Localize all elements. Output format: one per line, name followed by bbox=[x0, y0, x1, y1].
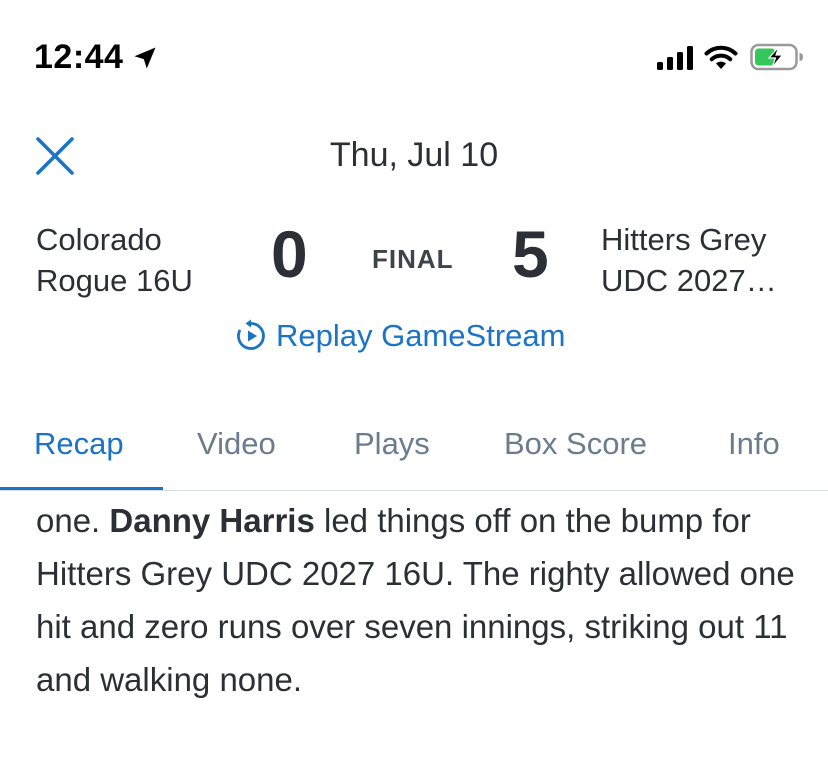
away-team-name[interactable]: Hitters Grey UDC 2027… bbox=[601, 219, 816, 301]
cellular-signal-icon bbox=[657, 46, 693, 70]
game-status: FINAL bbox=[372, 244, 454, 274]
away-team-name-line2: UDC 2027… bbox=[601, 263, 777, 298]
replay-play-icon bbox=[237, 319, 265, 350]
tab-divider bbox=[0, 490, 828, 491]
status-time: 12:44 bbox=[34, 38, 124, 76]
tab-plays[interactable]: Plays bbox=[354, 426, 430, 462]
player-name-link: Danny Harris bbox=[109, 502, 315, 539]
replay-gamestream-button[interactable]: Replay GameStream bbox=[234, 316, 565, 356]
replay-label: Replay GameStream bbox=[276, 318, 566, 353]
home-team-name[interactable]: Colorado Rogue 16U bbox=[36, 219, 256, 301]
home-team-name-line2: Rogue 16U bbox=[36, 263, 193, 298]
recap-text: one. Danny Harris led things off on the … bbox=[36, 494, 806, 706]
recap-text-before: one. bbox=[36, 502, 110, 539]
location-arrow-icon bbox=[134, 47, 156, 69]
game-date: Thu, Jul 10 bbox=[329, 136, 499, 174]
tab-recap[interactable]: Recap bbox=[34, 426, 124, 462]
wifi-icon bbox=[704, 45, 738, 69]
status-bar: 12:44 bbox=[0, 0, 828, 110]
away-team-name-line1: Hitters Grey bbox=[601, 222, 767, 257]
tab-box-score[interactable]: Box Score bbox=[504, 426, 647, 462]
away-score: 5 bbox=[512, 217, 549, 291]
tab-video[interactable]: Video bbox=[197, 426, 276, 462]
home-team-name-line1: Colorado bbox=[36, 222, 162, 257]
home-score: 0 bbox=[271, 217, 308, 291]
tab-bar: Recap Video Plays Box Score Info bbox=[0, 416, 828, 491]
battery-charging-icon bbox=[750, 43, 803, 71]
tab-info[interactable]: Info bbox=[728, 426, 780, 462]
